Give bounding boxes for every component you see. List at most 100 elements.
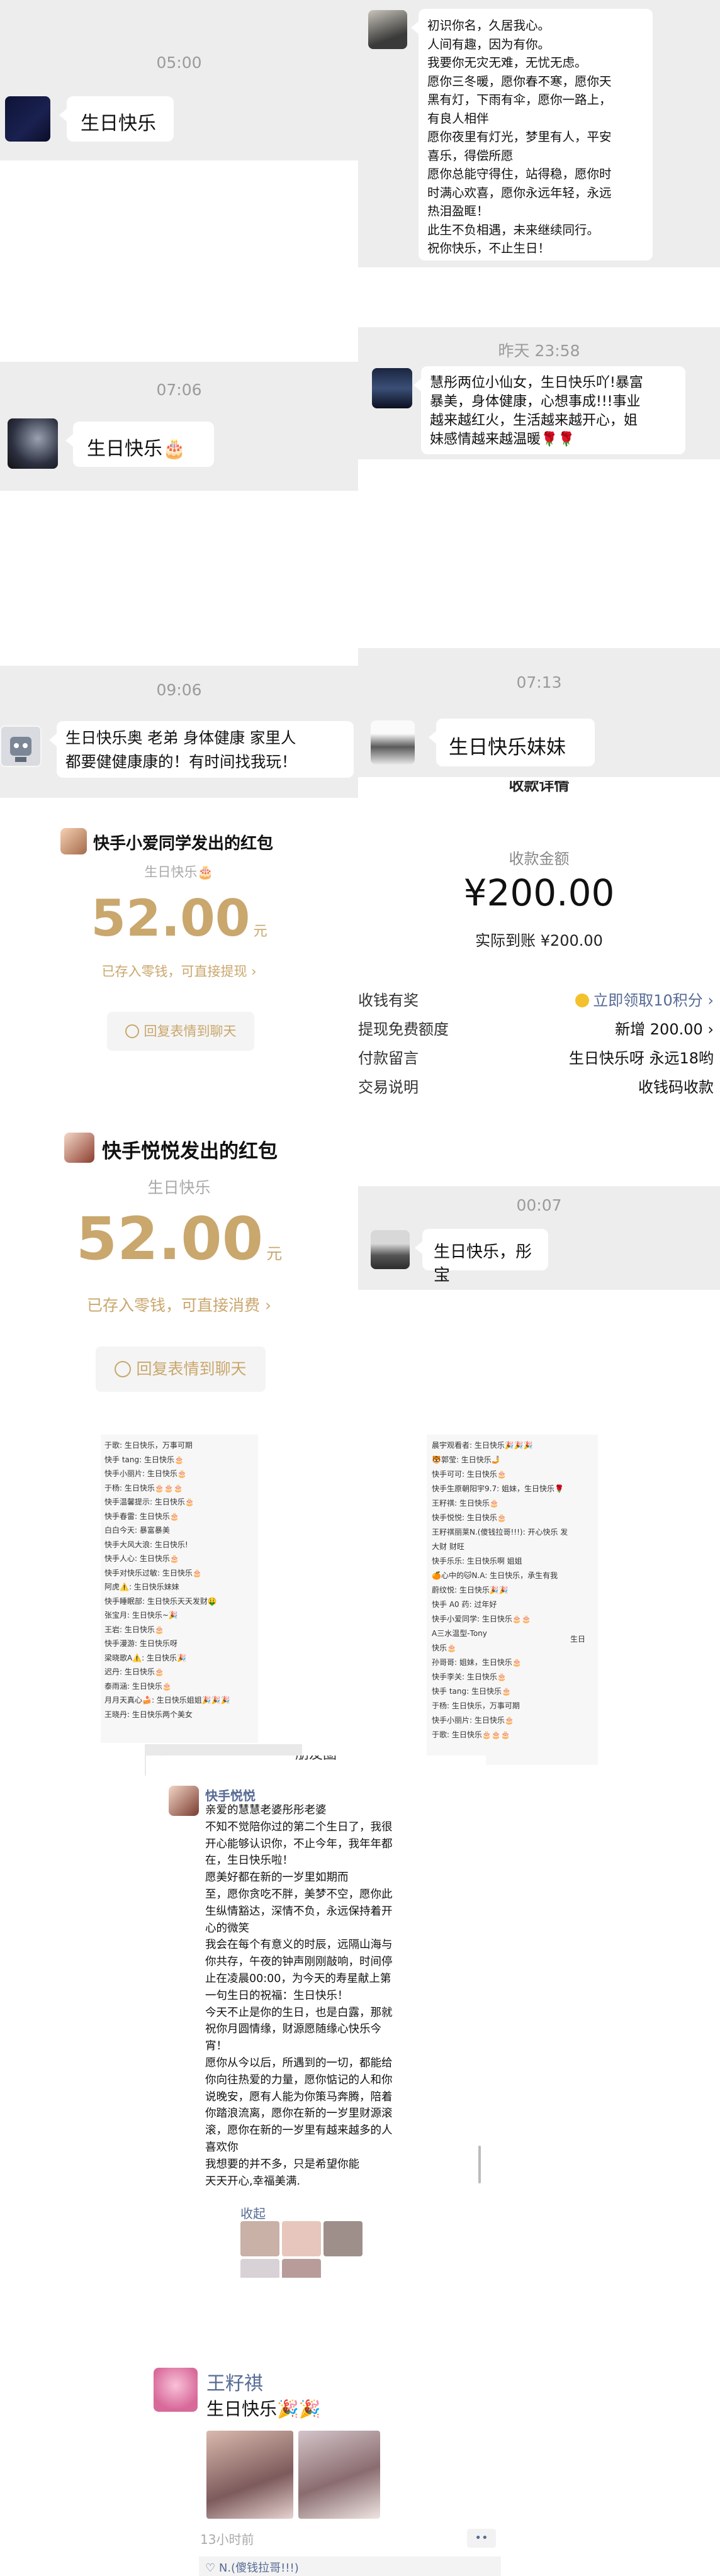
post-line: 滚，愿你在新的一岁里有越来越多的人 — [205, 2124, 393, 2137]
post-line: 宵！ — [205, 2040, 227, 2053]
comment-line: 泰雨涵: 生日快乐🎂 — [104, 1681, 172, 1691]
smile-icon — [125, 1024, 139, 1038]
comment-line: 快手春雷: 生日快乐🎂 — [104, 1511, 179, 1521]
message-line: 初识你名，久居我心。 — [427, 18, 551, 33]
post-line: 你向往热爱的力量，愿你惦记的人和你 — [205, 2073, 393, 2086]
detail-row[interactable]: 提现免费额度 新增 200.00 › — [358, 1017, 720, 1046]
comment-line: 于杨: 生日快乐🎂🎂🎂 — [104, 1483, 183, 1492]
collapse-link[interactable]: 收起 — [240, 2204, 266, 2222]
comment-line: 梁晓歌A⚠️: 生日快乐🎉 — [104, 1653, 186, 1662]
chat-panel-10: 00:07 生日快乐，彤宝 — [358, 1186, 720, 1290]
post-line: 祝你月圆情缘，财源愿随缘心快乐今 — [205, 2023, 381, 2036]
post-line: 止在凌晨00:00，为今天的寿星献上第 — [205, 1972, 391, 1985]
message-line: 此生不负相遇，未来继续同行。 — [427, 222, 600, 237]
avatar[interactable] — [371, 720, 415, 764]
post-line: 说晚安，愿有人能为你策马奔腾，陪着 — [205, 2090, 393, 2103]
detail-key: 交易说明 — [358, 1078, 419, 1096]
amount-label: 收款金额 — [509, 850, 570, 868]
comment-button[interactable]: •• — [467, 2529, 496, 2548]
avatar[interactable] — [60, 828, 87, 854]
red-packet-note[interactable]: 已存入零钱，可直接消费 › — [0, 1293, 358, 1316]
comment-line: 于歌: 生日快乐，万事可期 — [104, 1441, 193, 1450]
message-line: 喜乐，得偿所愿 — [427, 148, 514, 163]
message-line: 妹感情越来越温暖🌹🌹 — [430, 432, 575, 447]
post-line: 开心能够认识你，不止今年，我年年都 — [205, 1837, 393, 1851]
message-bubble[interactable]: 生日快乐妹妹 — [429, 719, 595, 766]
avatar[interactable] — [0, 725, 42, 767]
post-text: 生日快乐🎉🎉 — [206, 2399, 321, 2419]
comment-line: 快乐🎂 — [432, 1644, 456, 1652]
detail-value: 生日快乐呀 永远18哟 — [568, 1050, 714, 1067]
message-bubble[interactable]: 生日快乐 — [59, 96, 174, 142]
post-photo[interactable] — [206, 2431, 293, 2519]
message-line: 慧彤两位小仙女，生日快乐吖!暴富 — [430, 375, 643, 391]
avatar[interactable] — [5, 96, 50, 142]
avatar[interactable] — [371, 1230, 410, 1269]
chat-panel-6: 初识你名，久居我心。 人间有趣，因为有你。 我要你无灾无难，无忧无虑。 愿你三冬暖，愿… — [358, 0, 720, 267]
chat-panel-8: 07:13 生日快乐妹妹 — [358, 648, 720, 777]
chat-time: 09:06 — [156, 681, 202, 699]
message-bubble[interactable]: 生日快乐奥 老弟 身体健康 家里人 都要健健康康的！有时间找我玩！ — [49, 721, 354, 778]
detail-value[interactable]: 立即领取10积分 › — [575, 988, 714, 1010]
detail-value[interactable]: 新增 200.00 › — [615, 1017, 714, 1039]
post-line: 至，愿你贪吃不胖，美梦不空，愿你此 — [205, 1888, 393, 1901]
message-line: 都要健健康康的！有时间找我玩！ — [65, 753, 297, 771]
comment-line: 张宝月: 生日快乐~🎉 — [104, 1611, 178, 1620]
comment-line: 🍊心中的🐱N.A: 生日快乐，承生有我 — [432, 1571, 558, 1580]
comment-line: 快手对快乐过敏: 生日快乐🎂 — [104, 1568, 202, 1577]
message-bubble[interactable]: 初识你名，久居我心。 人间有趣，因为有你。 我要你无灾无难，无忧无虑。 愿你三冬暖，愿… — [411, 9, 653, 260]
message-bubble[interactable]: 生日快乐，彤宝 — [415, 1229, 548, 1285]
red-packet-panel-2: 快手悦悦发出的红包 生日快乐 52.00 元 已存入零钱，可直接消费 › 回复表… — [0, 1126, 358, 1409]
comment-line: 王晓丹: 生日快乐两个美女 — [104, 1710, 193, 1719]
chat-time: 昨天 23:58 — [498, 342, 580, 360]
avatar[interactable] — [368, 10, 407, 49]
avatar[interactable] — [372, 368, 412, 408]
red-packet-note[interactable]: 已存入零钱，可直接提现 › — [0, 961, 358, 980]
side-text: 生日 — [570, 1635, 586, 1644]
avatar[interactable] — [154, 2368, 198, 2412]
reply-emoji-button[interactable]: 回复表情到聊天 — [107, 1012, 254, 1051]
detail-row[interactable]: 收钱有奖 立即领取10积分 › — [358, 988, 720, 1017]
post-line: 愿你从今以后，所遇到的一切，都能给 — [205, 2056, 393, 2069]
comment-line: 蔚纹悦: 生日快乐🎉🎉 — [432, 1586, 509, 1594]
page-title: 收款详情 — [509, 781, 570, 792]
comment-list: 于歌: 生日快乐，万事可期 快手 tang: 生日快乐🎂 快手小丽片: 生日快乐🎂 于… — [104, 1438, 230, 1722]
post-line: 心的微笑 — [205, 1922, 249, 1935]
poster-name[interactable]: 王籽祺 — [206, 2368, 263, 2395]
red-packet-title: 快手悦悦发出的红包 — [102, 1140, 278, 1163]
red-packet-subtitle: 生日快乐🎂 — [144, 865, 214, 880]
message-line: 愿你总能守得住，站得稳，愿你时 — [427, 167, 612, 181]
message-line: 时满心欢喜，愿你永远年轻，永远 — [427, 185, 612, 200]
post-line: 喜欢你 — [205, 2141, 239, 2154]
red-packet-panel-1: 快手小爱同学发出的红包 生日快乐🎂 52.00 元 已存入零钱，可直接提现 › … — [0, 798, 358, 1075]
comment-line: 快手生原朝阳宇9.7: 姐妹，生日快乐🌹 — [432, 1484, 564, 1493]
avatar[interactable] — [169, 1786, 199, 1816]
message-bubble[interactable]: 生日快乐🎂 — [65, 422, 214, 467]
message-line: 生日快乐奥 老弟 身体健康 家里人 — [65, 729, 296, 747]
post-line: 一句生日的祝福：生日快乐！ — [205, 1989, 349, 2002]
scroll-indicator[interactable] — [478, 2146, 481, 2183]
message-line: 我要你无灾无难，无忧无虑。 — [427, 55, 587, 70]
comment-line: 快手 A0 药: 过年好 — [432, 1600, 497, 1609]
comment-line: 孙哥哥: 姐妹，生日快乐🎂 — [432, 1658, 522, 1667]
message-bubble[interactable]: 慧彤两位小仙女，生日快乐吖!暴富 暴美，身体健康，心想事成!!!事业 越来越红火，生… — [413, 366, 685, 454]
comment-line: 白白今天: 暴富暴美 — [104, 1526, 170, 1535]
comment-line: 快手悦悦: 生日快乐🎂 — [432, 1513, 507, 1522]
red-packet-title: 快手小爱同学发出的红包 — [93, 834, 274, 853]
reply-emoji-button[interactable]: 回复表情到聊天 — [96, 1347, 266, 1392]
live-comments-panel-1: 于歌: 生日快乐，万事可期 快手 tang: 生日快乐🎂 快手小丽片: 生日快乐🎂 于… — [101, 1435, 258, 1743]
moments-post-panel: 朋友圈 快手悦悦 亲爱的慧慧老婆彤彤老婆不知不觉陪你过的第二个生日了，我很开心能… — [146, 1756, 486, 2278]
detail-key: 付款留言 — [358, 1050, 419, 1067]
chat-panel-1: 05:00 生日快乐 — [0, 0, 358, 160]
avatar[interactable] — [8, 418, 58, 469]
post-photo[interactable] — [298, 2431, 380, 2519]
comment-line: 王籽祺: 生日快乐🎂 — [432, 1499, 499, 1508]
post-line: 不知不觉陪你过的第二个生日了，我很 — [205, 1820, 393, 1834]
comment-line: 快手李关: 生日快乐🎂 — [432, 1672, 507, 1681]
message-line: 热泪盈眶！ — [427, 204, 489, 218]
post-photo-grid[interactable] — [240, 2221, 364, 2278]
chat-panel-3: 09:06 生日快乐奥 老弟 身体健康 家里人 都要健健康康的！有时间找我玩！ — [0, 666, 358, 798]
poster-name[interactable]: 快手悦悦 — [205, 1786, 256, 1804]
detail-rows: 收钱有奖 立即领取10积分 › 提现免费额度 新增 200.00 › 付款留言 … — [358, 988, 720, 1104]
avatar[interactable] — [64, 1133, 94, 1163]
